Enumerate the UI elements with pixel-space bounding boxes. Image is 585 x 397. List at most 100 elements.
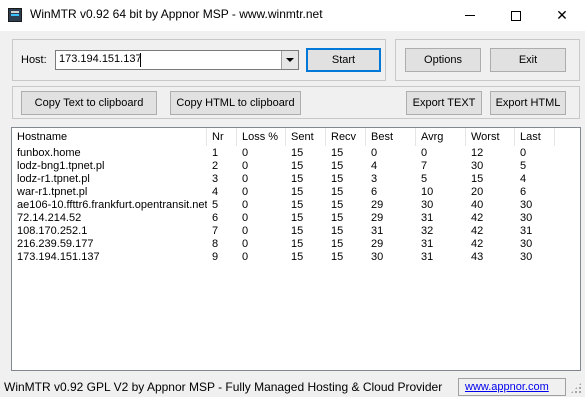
loss-cell: 0	[242, 238, 249, 250]
export-html-button[interactable]: Export HTML	[490, 91, 566, 115]
nr-cell: 7	[212, 225, 219, 237]
table-row[interactable]: 108.170.252.1 7 0 15 15 31 32 42 31	[12, 225, 580, 238]
recv-cell: 15	[331, 173, 344, 185]
host-combobox[interactable]: 173.194.151.137	[55, 50, 299, 70]
best-cell: 30	[371, 251, 384, 263]
loss-cell: 0	[242, 160, 249, 172]
exit-button[interactable]: Exit	[490, 48, 566, 72]
results-table[interactable]: Hostname Nr Loss % Sent Recv Best Avrg W…	[11, 127, 581, 371]
maximize-button[interactable]	[493, 0, 539, 31]
host-label: Host:	[21, 54, 47, 66]
minimize-button[interactable]	[447, 0, 493, 31]
hostname-cell: lodz-bng1.tpnet.pl	[17, 160, 105, 172]
avrg-cell: 10	[421, 186, 434, 198]
table-row[interactable]: lodz-bng1.tpnet.pl 2 0 15 15 4 7 30 5	[12, 160, 580, 173]
sent-cell: 15	[291, 186, 304, 198]
hostname-cell: ae106-10.ffttr6.frankfurt.opentransit.ne…	[17, 199, 207, 211]
column-header-best[interactable]: Best	[366, 128, 416, 146]
app-icon	[8, 8, 22, 22]
status-text: WinMTR v0.92 GPL V2 by Appnor MSP - Full…	[4, 380, 443, 394]
window-title: WinMTR v0.92 64 bit by Appnor MSP - www.…	[30, 7, 323, 21]
sent-cell: 15	[291, 147, 304, 159]
last-cell: 5	[520, 160, 527, 172]
column-header-loss[interactable]: Loss %	[237, 128, 286, 146]
column-header-sent[interactable]: Sent	[286, 128, 326, 146]
best-cell: 0	[371, 147, 378, 159]
host-input[interactable]: 173.194.151.137	[59, 53, 142, 65]
hostname-cell: funbox.home	[17, 147, 81, 159]
table-body: funbox.home 1 0 15 15 0 0 12 0 lodz-bng1…	[12, 147, 580, 264]
nr-cell: 1	[212, 147, 219, 159]
nr-cell: 9	[212, 251, 219, 263]
last-cell: 0	[520, 147, 527, 159]
table-row[interactable]: 72.14.214.52 6 0 15 15 29 31 42 30	[12, 212, 580, 225]
hostname-cell: 108.170.252.1	[17, 225, 88, 237]
best-cell: 29	[371, 238, 384, 250]
avrg-cell: 30	[421, 199, 434, 211]
close-button[interactable]: ✕	[539, 0, 585, 31]
loss-cell: 0	[242, 225, 249, 237]
loss-cell: 0	[242, 251, 249, 263]
best-cell: 29	[371, 199, 384, 211]
chevron-down-icon	[286, 58, 294, 62]
worst-cell: 30	[471, 160, 484, 172]
table-row[interactable]: war-r1.tpnet.pl 4 0 15 15 6 10 20 6	[12, 186, 580, 199]
sent-cell: 15	[291, 238, 304, 250]
options-button[interactable]: Options	[405, 48, 481, 72]
export-text-button[interactable]: Export TEXT	[406, 91, 482, 115]
best-cell: 31	[371, 225, 384, 237]
best-cell: 6	[371, 186, 378, 198]
worst-cell: 42	[471, 212, 484, 224]
last-cell: 4	[520, 173, 527, 185]
last-cell: 30	[520, 238, 533, 250]
avrg-cell: 7	[421, 160, 428, 172]
close-icon: ✕	[556, 7, 568, 24]
status-bar: WinMTR v0.92 GPL V2 by Appnor MSP - Full…	[0, 378, 585, 397]
host-dropdown-button[interactable]	[281, 51, 298, 69]
column-header-nr[interactable]: Nr	[207, 128, 237, 146]
table-row[interactable]: lodz-r1.tpnet.pl 3 0 15 15 3 5 15 4	[12, 173, 580, 186]
table-header: Hostname Nr Loss % Sent Recv Best Avrg W…	[12, 128, 580, 146]
start-button[interactable]: Start	[306, 48, 381, 72]
recv-cell: 15	[331, 251, 344, 263]
avrg-cell: 31	[421, 251, 434, 263]
avrg-cell: 5	[421, 173, 428, 185]
column-header-recv[interactable]: Recv	[326, 128, 366, 146]
column-header-avrg[interactable]: Avrg	[416, 128, 466, 146]
last-cell: 30	[520, 251, 533, 263]
nr-cell: 6	[212, 212, 219, 224]
worst-cell: 43	[471, 251, 484, 263]
copy-text-button[interactable]: Copy Text to clipboard	[21, 91, 157, 115]
avrg-cell: 32	[421, 225, 434, 237]
recv-cell: 15	[331, 147, 344, 159]
worst-cell: 40	[471, 199, 484, 211]
worst-cell: 20	[471, 186, 484, 198]
worst-cell: 12	[471, 147, 484, 159]
last-cell: 6	[520, 186, 527, 198]
last-cell: 30	[520, 212, 533, 224]
table-row[interactable]: 173.194.151.137 9 0 15 15 30 31 43 30	[12, 251, 580, 264]
sent-cell: 15	[291, 173, 304, 185]
sent-cell: 15	[291, 212, 304, 224]
nr-cell: 3	[212, 173, 219, 185]
avrg-cell: 31	[421, 238, 434, 250]
worst-cell: 42	[471, 238, 484, 250]
best-cell: 29	[371, 212, 384, 224]
last-cell: 31	[520, 225, 533, 237]
table-row[interactable]: funbox.home 1 0 15 15 0 0 12 0	[12, 147, 580, 160]
avrg-cell: 31	[421, 212, 434, 224]
copy-html-button[interactable]: Copy HTML to clipboard	[170, 91, 301, 115]
text-caret	[140, 53, 141, 67]
nr-cell: 5	[212, 199, 219, 211]
column-header-last[interactable]: Last	[515, 128, 555, 146]
hostname-cell: 216.239.59.177	[17, 238, 94, 250]
column-header-hostname[interactable]: Hostname	[12, 128, 207, 146]
best-cell: 3	[371, 173, 378, 185]
loss-cell: 0	[242, 186, 249, 198]
table-row[interactable]: ae106-10.ffttr6.frankfurt.opentransit.ne…	[12, 199, 580, 212]
recv-cell: 15	[331, 225, 344, 237]
appnor-link[interactable]: www.appnor.com	[465, 381, 549, 393]
table-row[interactable]: 216.239.59.177 8 0 15 15 29 31 42 30	[12, 238, 580, 251]
column-header-worst[interactable]: Worst	[466, 128, 515, 146]
status-link-pane: www.appnor.com	[458, 378, 566, 396]
